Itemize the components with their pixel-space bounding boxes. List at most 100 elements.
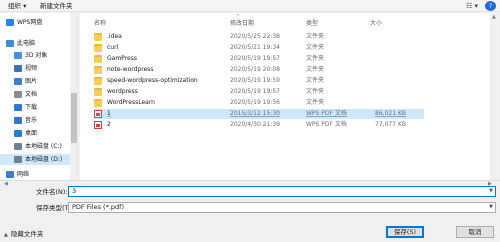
nav-item[interactable]: 3D 对象 bbox=[0, 50, 70, 61]
nav-item[interactable]: 音乐 bbox=[0, 115, 70, 126]
nav-item[interactable]: WPS网盘 bbox=[0, 17, 70, 28]
save-button[interactable]: 保存(S) bbox=[386, 226, 424, 238]
nav-item-label: 本地磁盘 (C:) bbox=[25, 143, 62, 150]
nav-item[interactable]: 桌面 bbox=[0, 128, 70, 139]
video-icon bbox=[14, 65, 22, 72]
file-date: 2020/5/19 19:57 bbox=[230, 55, 280, 62]
file-date: 2020/5/19 19:57 bbox=[230, 88, 280, 95]
hide-folders-toggle[interactable]: ▲ 隐藏文件夹 bbox=[4, 229, 43, 239]
file-date: 2020/4/30 21:39 bbox=[230, 121, 280, 128]
file-date: 2020/5/19 20:08 bbox=[230, 66, 280, 73]
file-row[interactable]: 1 2015/3/12 15:30 WPS PDF 文档 86,021 KB bbox=[94, 109, 424, 119]
file-row[interactable]: .idea 2020/5/25 22:38 文件夹 bbox=[94, 32, 424, 42]
file-row[interactable]: wordpress 2020/5/19 19:57 文件夹 bbox=[94, 87, 424, 97]
file-name: .idea bbox=[107, 33, 122, 40]
column-header-size[interactable]: 大小 bbox=[370, 19, 382, 28]
new-folder-button[interactable]: 新建文件夹 bbox=[40, 2, 73, 11]
nav-item-label: 文档 bbox=[25, 91, 38, 98]
document-icon bbox=[14, 91, 22, 98]
filetype-select[interactable]: PDF Files (*.pdf) ▼ bbox=[68, 202, 496, 213]
file-list-scrollbar[interactable]: ▲ bbox=[490, 13, 500, 180]
file-row[interactable]: 2 2020/4/30 21:39 WPS PDF 文档 77,077 KB bbox=[94, 120, 424, 130]
column-header-date[interactable]: 修改日期 bbox=[230, 19, 254, 28]
file-name: speed-wordpress-optimization bbox=[107, 77, 198, 84]
nav-scroll-thumb[interactable] bbox=[71, 93, 77, 143]
help-button[interactable]: ? bbox=[485, 1, 496, 11]
file-date: 2020/5/19 19:59 bbox=[230, 77, 280, 84]
nav-scrollbar[interactable] bbox=[70, 13, 77, 180]
file-list: 名称 ^ 修改日期 类型 大小 ▲ .idea 2020/5/25 22:38 文件… bbox=[80, 13, 500, 180]
nav-item-label: 网络 bbox=[17, 171, 30, 178]
toolbar: 组织 ▾ 新建文件夹 ☷ ▾ ? bbox=[0, 0, 500, 12]
network-icon bbox=[6, 171, 14, 178]
chevron-up-icon: ▲ bbox=[4, 232, 8, 238]
folder-icon bbox=[94, 66, 102, 74]
view-options-icon[interactable]: ☷ ▾ bbox=[466, 1, 478, 11]
file-name: wordpress bbox=[107, 88, 138, 95]
nav-item[interactable]: 此电脑 bbox=[0, 38, 70, 49]
filetype-value: PDF Files (*.pdf) bbox=[72, 203, 124, 211]
file-name: note-wordpress bbox=[107, 66, 154, 73]
filename-value: 3 bbox=[72, 187, 77, 195]
organize-button[interactable]: 组织 ▾ bbox=[8, 2, 26, 11]
cancel-button[interactable]: 取消 bbox=[456, 226, 494, 238]
file-row[interactable]: WordPressLearn 2020/5/19 19:56 文件夹 bbox=[94, 98, 424, 108]
navigation-pane: WPS网盘此电脑 3D 对象视频图片文档下载音乐桌面本地磁盘 (C:) 本地磁盘 (… bbox=[0, 13, 78, 180]
column-header-name[interactable]: 名称 bbox=[94, 19, 106, 28]
nav-item-label: 本地磁盘 (D:) bbox=[25, 156, 63, 163]
nav-item-label: 3D 对象 bbox=[25, 52, 48, 59]
nav-item[interactable]: 网络 bbox=[0, 169, 70, 180]
file-type: 文件夹 bbox=[306, 88, 325, 95]
nav-item[interactable]: 图片 bbox=[0, 76, 70, 87]
file-date: 2020/5/25 22:38 bbox=[230, 33, 280, 40]
music-icon bbox=[14, 117, 22, 124]
file-row[interactable]: note-wordpress 2020/5/19 20:08 文件夹 bbox=[94, 65, 424, 75]
nav-item-label: 音乐 bbox=[25, 117, 38, 124]
file-row[interactable]: curl 2020/5/21 19:34 文件夹 bbox=[94, 43, 424, 53]
folder-icon bbox=[94, 55, 102, 63]
file-type: 文件夹 bbox=[306, 99, 325, 106]
save-dialog: 组织 ▾ 新建文件夹 ☷ ▾ ? WPS网盘此电脑 3D 对象视频图片文档下载音乐… bbox=[0, 0, 500, 242]
file-type: 文件夹 bbox=[306, 33, 325, 40]
nav-item-label: 此电脑 bbox=[17, 40, 36, 47]
file-type: 文件夹 bbox=[306, 66, 325, 73]
file-type: 文件夹 bbox=[306, 55, 325, 62]
pdf-icon bbox=[94, 110, 102, 118]
file-type: WPS PDF 文档 bbox=[306, 121, 347, 128]
file-name: GamPress bbox=[107, 55, 137, 62]
file-row[interactable]: speed-wordpress-optimization 2020/5/19 19… bbox=[94, 76, 424, 86]
filename-input[interactable]: 3 ▼ bbox=[68, 186, 496, 197]
nav-item-label: 桌面 bbox=[25, 130, 38, 137]
hide-folders-label: 隐藏文件夹 bbox=[10, 230, 44, 238]
nav-item[interactable]: 文档 bbox=[0, 89, 70, 100]
cube-icon bbox=[14, 52, 22, 59]
file-type: 文件夹 bbox=[306, 77, 325, 84]
file-date: 2015/3/12 15:30 bbox=[230, 110, 280, 117]
nav-item[interactable]: 本地磁盘 (D:) bbox=[0, 154, 70, 165]
folder-icon bbox=[94, 44, 102, 52]
column-header-type[interactable]: 类型 bbox=[306, 19, 318, 28]
file-date: 2020/5/19 19:56 bbox=[230, 99, 280, 106]
picture-icon bbox=[14, 78, 22, 85]
filetype-dropdown-icon[interactable]: ▼ bbox=[489, 203, 493, 212]
filename-label: 文件名(N): bbox=[36, 188, 68, 196]
folder-icon bbox=[94, 33, 102, 41]
filename-dropdown-icon[interactable]: ▼ bbox=[489, 187, 493, 196]
cloud-icon bbox=[6, 19, 14, 26]
nav-item[interactable]: 下载 bbox=[0, 102, 70, 113]
resize-grip-icon[interactable]: ⋰ bbox=[492, 235, 497, 241]
file-type: WPS PDF 文档 bbox=[306, 110, 347, 117]
nav-item-label: WPS网盘 bbox=[17, 19, 43, 26]
file-name: 1 bbox=[107, 110, 111, 117]
folder-icon bbox=[94, 77, 102, 85]
scroll-up-icon[interactable]: ▲ bbox=[492, 14, 496, 20]
file-row[interactable]: GamPress 2020/5/19 19:57 文件夹 bbox=[94, 54, 424, 64]
file-type: 文件夹 bbox=[306, 44, 325, 51]
file-size: 86,021 KB bbox=[375, 110, 406, 117]
nav-item[interactable]: 本地磁盘 (C:) bbox=[0, 141, 70, 152]
file-name: 2 bbox=[107, 121, 111, 128]
scroll-left-icon[interactable]: ◀ bbox=[4, 181, 8, 187]
nav-item[interactable]: 视频 bbox=[0, 63, 70, 74]
drive-icon bbox=[14, 156, 22, 163]
download-icon bbox=[14, 104, 22, 111]
